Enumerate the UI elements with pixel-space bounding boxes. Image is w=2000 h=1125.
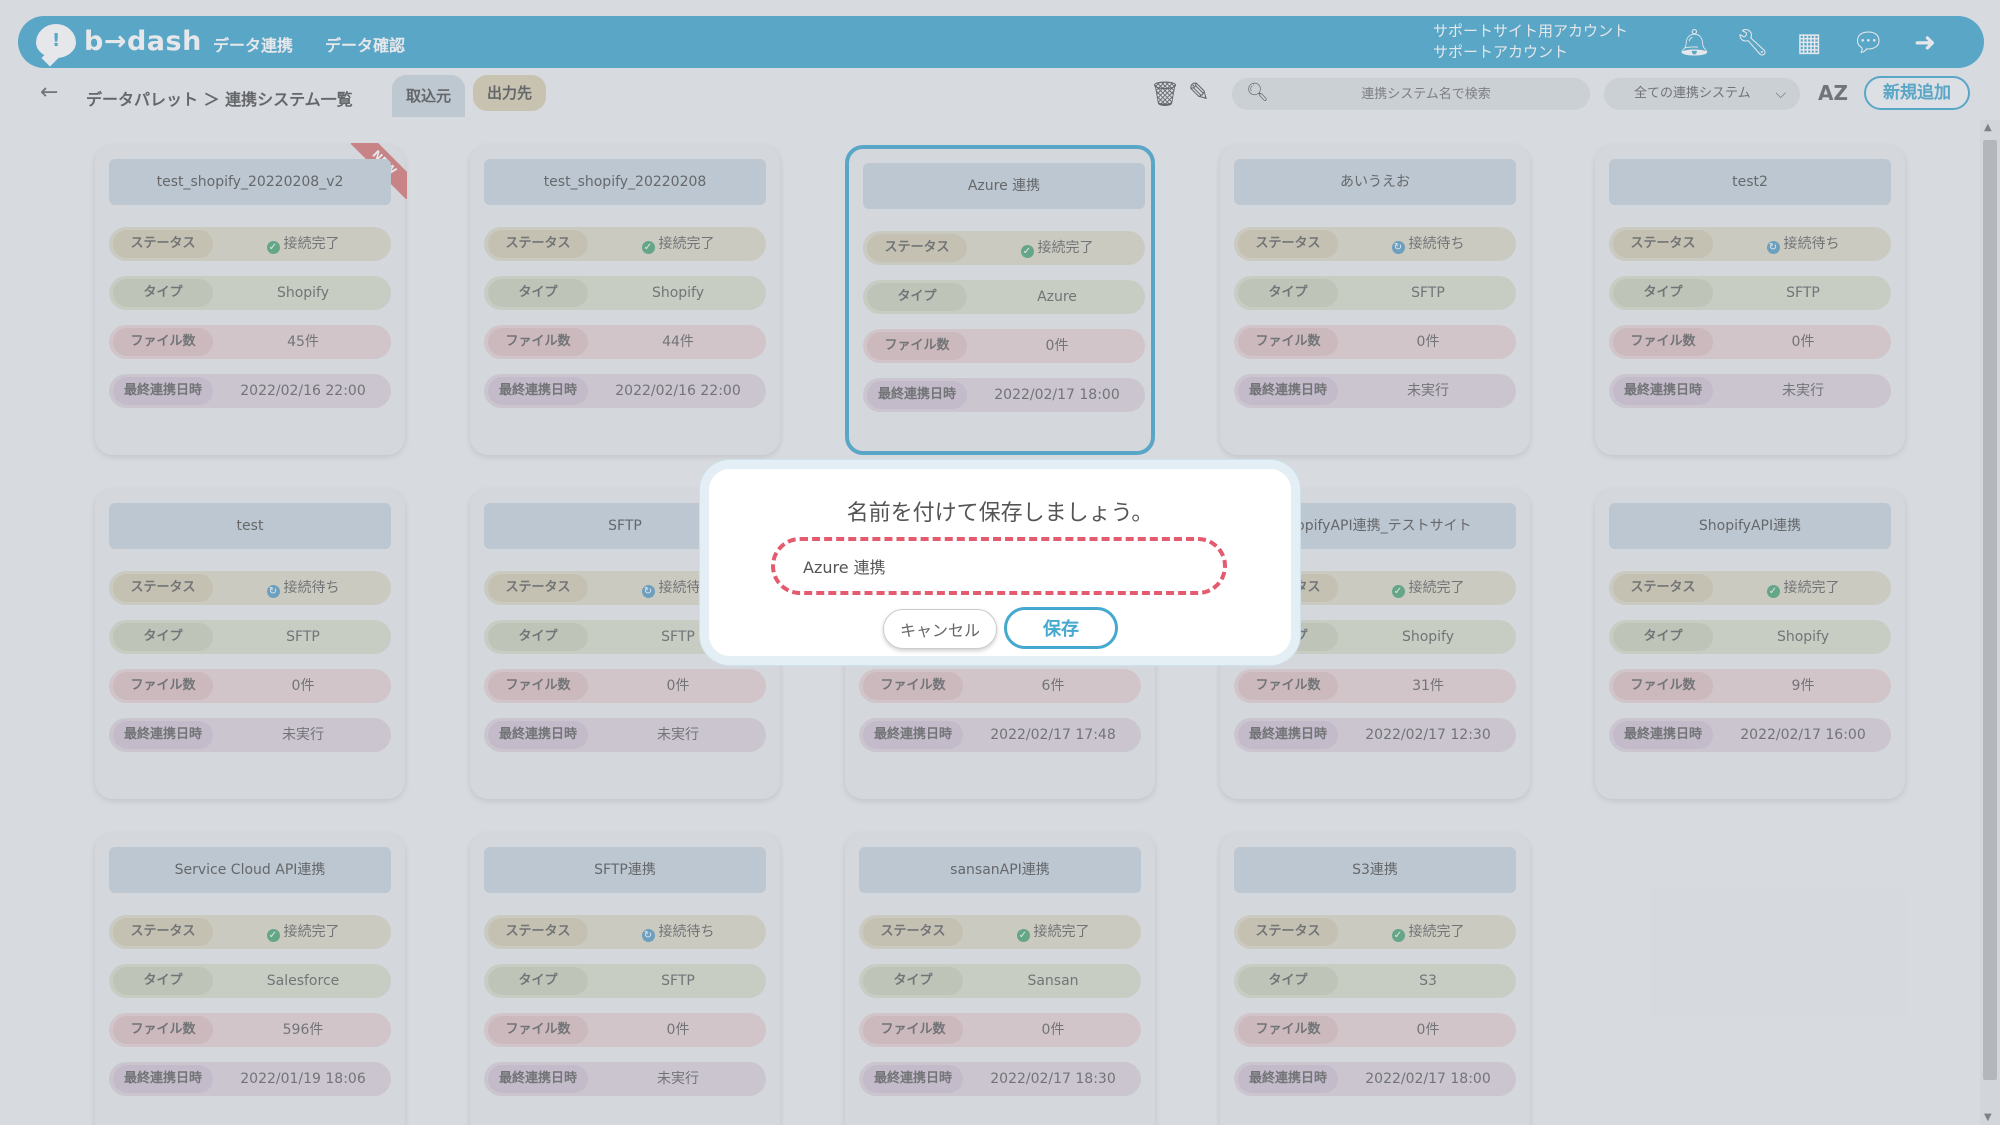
- save-button[interactable]: 保存: [1004, 607, 1118, 649]
- dialog-title: 名前を付けて保存しましょう。: [846, 501, 1154, 526]
- name-input[interactable]: [771, 537, 1227, 595]
- cancel-button[interactable]: キャンセル: [883, 609, 997, 649]
- save-name-dialog: 名前を付けて保存しましょう。 キャンセル 保存: [700, 460, 1300, 665]
